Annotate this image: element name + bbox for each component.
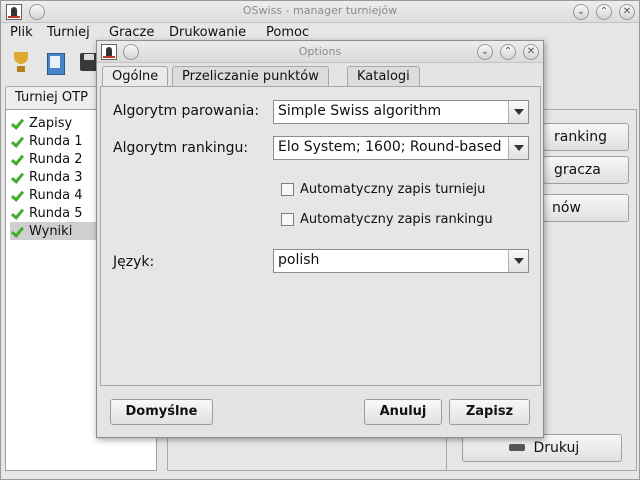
options-dialog: Options ⌄ ⌃ ✕ Ogólne Przeliczanie punktó… [96, 40, 544, 438]
tab-przeliczanie-punktow[interactable]: Przeliczanie punktów [172, 66, 329, 86]
menu-turniej[interactable]: Turniej [47, 25, 90, 40]
dialog-maximize-icon[interactable]: ⌃ [500, 44, 516, 60]
printer-icon [509, 440, 525, 456]
general-tab-panel: Algorytm parowania: Simple Swiss algorit… [100, 86, 541, 386]
print-button[interactable]: Drukuj [462, 434, 622, 462]
new-button[interactable]: nów [541, 194, 629, 222]
check-icon [10, 189, 23, 202]
menu-drukowanie[interactable]: Drukowanie [169, 25, 246, 40]
check-icon [10, 135, 23, 148]
dialog-minimize-icon[interactable]: ⌄ [477, 44, 493, 60]
save-button[interactable]: Zapisz [449, 399, 530, 425]
dialog-close-icon[interactable]: ✕ [523, 44, 539, 60]
player-button[interactable]: gracza [543, 156, 629, 184]
dialog-titlebar: Options ⌄ ⌃ ✕ [97, 41, 543, 63]
ranking-button[interactable]: ranking [543, 123, 629, 151]
check-icon [10, 207, 23, 220]
check-icon [10, 153, 23, 166]
tab-ogolne[interactable]: Ogólne [102, 66, 169, 87]
chevron-down-icon[interactable] [508, 137, 528, 159]
maximize-icon[interactable]: ⌃ [596, 4, 612, 20]
chevron-down-icon[interactable] [508, 101, 528, 123]
autosave-tournament-checkbox[interactable]: Automatyczny zapis turnieju [281, 182, 485, 197]
cancel-button[interactable]: Anuluj [364, 399, 442, 425]
new-document-icon[interactable] [43, 50, 69, 76]
autosave-ranking-checkbox[interactable]: Automatyczny zapis rankingu [281, 212, 493, 227]
menu-gracze[interactable]: Gracze [109, 25, 154, 40]
ranking-label: Algorytm rankingu: [113, 140, 249, 156]
checkbox-box[interactable] [281, 213, 294, 226]
check-icon [10, 171, 23, 184]
chevron-down-icon[interactable] [508, 250, 528, 272]
main-titlebar: OSwiss - manager turniejów ⌄ ⌃ ✕ [1, 1, 639, 23]
pairing-label: Algorytm parowania: [113, 103, 260, 119]
tab-katalogi[interactable]: Katalogi [347, 66, 420, 86]
main-window-title: OSwiss - manager turniejów [242, 4, 398, 17]
language-select[interactable]: polish [273, 249, 529, 273]
menu-pomoc[interactable]: Pomoc [266, 25, 309, 40]
ranking-select[interactable]: Elo System; 1600; Round-based [273, 136, 529, 160]
close-icon[interactable]: ✕ [619, 4, 635, 20]
check-icon [10, 225, 23, 238]
defaults-button[interactable]: Domyślne [110, 399, 213, 425]
tab-turniej[interactable]: Turniej OTP [5, 86, 105, 110]
check-icon [10, 117, 23, 130]
minimize-icon[interactable]: ⌄ [573, 4, 589, 20]
checkbox-box[interactable] [281, 183, 294, 196]
pairing-select[interactable]: Simple Swiss algorithm [273, 100, 529, 124]
trophy-icon[interactable] [9, 50, 35, 76]
language-label: Język: [113, 254, 155, 270]
menu-plik[interactable]: Plik [10, 25, 33, 40]
